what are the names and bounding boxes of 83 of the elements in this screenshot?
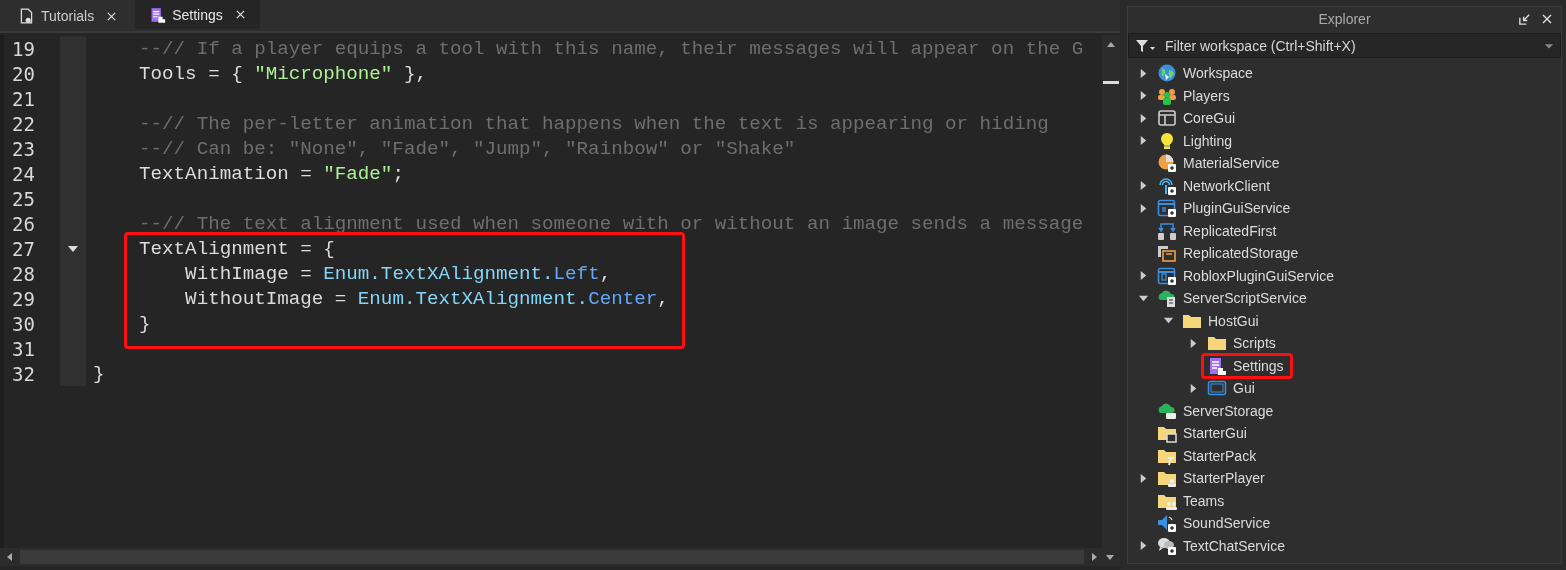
tree-item[interactable]: StarterPlayer: [1183, 470, 1265, 487]
line-number: 21: [11, 87, 36, 110]
caret-right-icon[interactable]: [1138, 112, 1149, 124]
line-number: 30: [11, 312, 36, 335]
close-icon[interactable]: [234, 9, 246, 20]
tree-item[interactable]: SoundService: [1183, 515, 1271, 532]
editor-tab[interactable]: Settings: [135, 0, 260, 29]
tree-item[interactable]: ReplicatedFirst: [1183, 222, 1277, 239]
tree-item[interactable]: Workspace: [1183, 65, 1253, 82]
tree-item[interactable]: ReplicatedStorage: [1183, 245, 1299, 262]
cloud-icon: [1157, 288, 1177, 309]
caret-right-icon[interactable]: [1138, 540, 1149, 552]
line-number: 28: [11, 262, 36, 285]
tree-item[interactable]: StarterGui: [1183, 425, 1247, 442]
line-number: 32: [11, 362, 36, 385]
script-icon: [1207, 355, 1227, 376]
globe-icon: [1157, 63, 1177, 84]
tree-item[interactable]: CoreGui: [1183, 110, 1236, 127]
close-icon[interactable]: [106, 10, 118, 22]
code-line: }: [93, 362, 105, 385]
tree-item[interactable]: MaterialService: [1183, 155, 1280, 172]
caret-right-icon[interactable]: [1138, 180, 1149, 192]
panel-title: Explorer: [1318, 11, 1371, 27]
code-line: --// The text alignment used when someone with or without an image sends a message: [138, 212, 1084, 235]
antenna-icon: [1157, 175, 1177, 196]
pie-icon: [1157, 153, 1177, 174]
tree-item[interactable]: ServerStorage: [1183, 402, 1274, 419]
line-number: 19: [11, 37, 36, 60]
code-line: WithoutImage = Enum.TextXAlignment.Center,: [184, 287, 669, 310]
line-number: 29: [11, 287, 36, 310]
tree-item[interactable]: ServerScriptService: [1183, 290, 1307, 307]
tree-item[interactable]: Players: [1183, 87, 1230, 104]
speaker-icon: [1157, 513, 1177, 534]
tree-item[interactable]: NetworkClient: [1183, 177, 1271, 194]
line-number: 20: [11, 62, 36, 85]
code-line: --// If a player equips a tool with this name, their messages will appear on the G: [138, 37, 1084, 60]
tree-item[interactable]: Gui: [1233, 380, 1255, 397]
line-number: 26: [11, 212, 36, 235]
box-icon: [1157, 243, 1177, 264]
filter-input[interactable]: Filter workspace (Ctrl+Shift+X): [1165, 37, 1536, 54]
code-line: Tools = { "Microphone" },: [138, 62, 427, 85]
code-line: TextAnimation = "Fade";: [138, 162, 404, 185]
window-icon: [1157, 108, 1177, 129]
tree-item[interactable]: PluginGuiService: [1183, 200, 1291, 217]
code-line: TextAlignment = {: [138, 237, 335, 260]
line-number: 23: [11, 137, 36, 160]
close-icon[interactable]: [1541, 13, 1553, 25]
caret-right-icon[interactable]: [1138, 472, 1149, 484]
tree-item[interactable]: Settings: [1233, 357, 1284, 374]
line-number: 25: [11, 187, 36, 210]
script-icon: [149, 5, 167, 24]
tree-item[interactable]: TextChatService: [1183, 537, 1285, 554]
filter-icon[interactable]: [1135, 38, 1157, 53]
line-number: 24: [11, 162, 36, 185]
line-number: 22: [11, 112, 36, 135]
line-number: 31: [11, 337, 36, 360]
tree-item[interactable]: Lighting: [1183, 132, 1233, 149]
line-number: 27: [11, 237, 36, 260]
tree-item[interactable]: StarterPack: [1183, 447, 1257, 464]
code-line: --// Can be: "None", "Fade", "Jump", "Rainbow" or "Shake": [138, 137, 796, 160]
code-line: --// The per-letter animation that happens when the text is appearing or hiding: [138, 112, 1049, 135]
caret-right-icon[interactable]: [1188, 382, 1199, 394]
document-icon: [18, 7, 35, 25]
window-icon: [1157, 198, 1177, 219]
caret-right-icon[interactable]: [1138, 90, 1149, 102]
tree-item[interactable]: HostGui: [1208, 312, 1259, 329]
code-line: }: [138, 312, 151, 335]
caret-right-icon[interactable]: [1138, 135, 1149, 147]
filter-field[interactable]: Filter workspace (Ctrl+Shift+X): [1128, 33, 1561, 58]
tree-item[interactable]: RobloxPluginGuiService: [1183, 267, 1334, 284]
undock-icon[interactable]: [1518, 12, 1531, 26]
code-line: WithImage = Enum.TextXAlignment.Left,: [184, 262, 612, 285]
caret-right-icon[interactable]: [1138, 67, 1149, 79]
horizontal-scrollbar[interactable]: [0, 548, 1120, 566]
tree-item[interactable]: Scripts: [1233, 335, 1276, 352]
chat-icon: [1157, 535, 1177, 556]
caret-right-icon[interactable]: [1188, 337, 1199, 349]
editor-tab[interactable]: Tutorials: [4, 1, 132, 31]
tree-item[interactable]: Teams: [1183, 492, 1225, 509]
window-icon: [1157, 265, 1177, 286]
arrows-icon: [1157, 220, 1177, 241]
caret-right-icon[interactable]: [1138, 202, 1149, 214]
caret-right-icon[interactable]: [1138, 270, 1149, 282]
